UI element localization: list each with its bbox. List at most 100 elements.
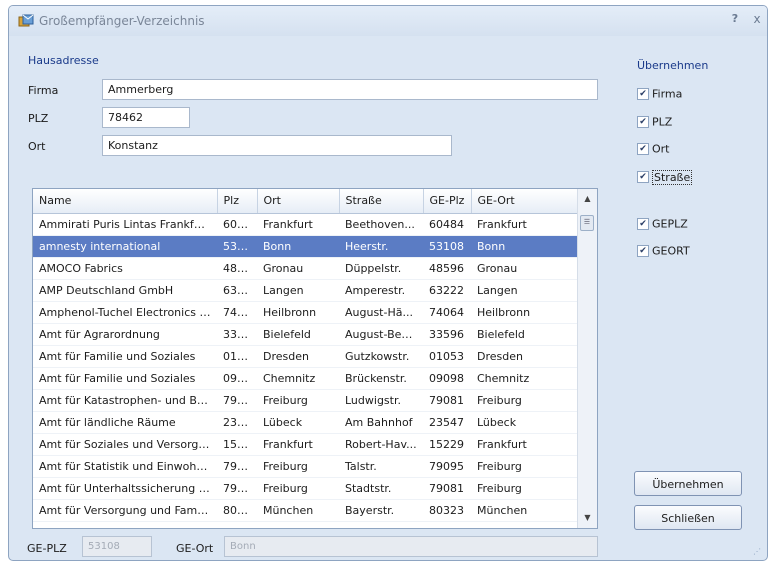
table-row[interactable]: Amphenol-Tuchel Electronics G... 74080 H… [33, 301, 577, 324]
cell-strasse: Heerstr. [339, 235, 423, 258]
dialog-window: Großempfänger-Verzeichnis ? x Hausadress… [8, 5, 768, 561]
table-row[interactable]: AMOCO Fabrics 48599 Gronau Düppelstr. 48… [33, 257, 577, 280]
cell-ge-plz: 79081 [423, 389, 471, 412]
cell-ort: Frankfurt [257, 213, 339, 236]
cell-plz: 33602 [217, 323, 257, 346]
cell-ort: Bonn [257, 235, 339, 258]
table-row[interactable]: Amt für ländliche Räume 23558 Lübeck Am … [33, 411, 577, 434]
cell-ge-plz: 74064 [423, 301, 471, 324]
cell-ge-ort: Langen [471, 279, 577, 302]
cell-strasse: Amperestr. [339, 279, 423, 302]
cell-ge-plz: 53108 [423, 235, 471, 258]
cell-plz: 15236 [217, 433, 257, 456]
cell-ort: Lübeck [257, 411, 339, 434]
column-header-ort[interactable]: Ort [257, 189, 340, 214]
checkmark-icon[interactable]: ✔ [637, 116, 649, 128]
scroll-down-icon[interactable]: ▼ [578, 510, 597, 526]
cell-strasse: Stadtstr. [339, 477, 423, 500]
cell-ort: München [257, 499, 339, 522]
resize-grip-icon[interactable]: ⋰ [753, 547, 763, 557]
table-row-selected[interactable]: amnesty international 53111 Bonn Heerstr… [33, 235, 577, 258]
ge-plz-label: GE-PLZ [27, 542, 67, 555]
checkbox-ort[interactable]: ✔ Ort [637, 142, 670, 158]
cell-name: Amt für Soziales und Versorgung [33, 433, 217, 456]
table-row[interactable]: Ammirati Puris Lintas Frankfurt ... 6032… [33, 213, 577, 236]
column-header-ge-ort[interactable]: GE-Ort [471, 189, 578, 214]
cell-ort: Gronau [257, 257, 339, 280]
cell-strasse: Am Bahnhof [339, 411, 423, 434]
close-icon[interactable]: x [749, 12, 765, 28]
table-row[interactable]: Amt für Unterhaltssicherung un... 79104 … [33, 477, 577, 500]
plz-field[interactable] [102, 107, 190, 128]
cell-plz: 23558 [217, 411, 257, 434]
cell-plz: 01069 [217, 345, 257, 368]
firma-field[interactable] [102, 79, 598, 100]
cell-ort: Langen [257, 279, 339, 302]
table-row[interactable]: Amt für Katastrophen- und Bro... 79104 F… [33, 389, 577, 412]
table-row[interactable]: Amt für Familie und Soziales 01069 Dresd… [33, 345, 577, 368]
cell-ge-plz: 48596 [423, 257, 471, 280]
checkbox-strasse[interactable]: ✔ Straße [637, 169, 693, 186]
hausadresse-group: Hausadresse Firma PLZ Ort [20, 51, 613, 176]
address-grid[interactable]: Name Plz Ort Straße GE-Plz GE-Ort Ammira… [32, 188, 598, 529]
cell-name: AMP Deutschland GmbH [33, 279, 217, 302]
uebernehmen-button[interactable]: Übernehmen [634, 471, 742, 496]
ge-ort-field: Bonn [224, 536, 598, 557]
uebernehmen-group-label: Übernehmen [637, 59, 709, 72]
hausadresse-group-label: Hausadresse [28, 54, 99, 67]
table-row[interactable]: Amt für Familie und Soziales 09111 Chemn… [33, 367, 577, 390]
column-header-ge-plz[interactable]: GE-Plz [423, 189, 472, 214]
cell-strasse: August-Hä... [339, 301, 423, 324]
checkbox-geplz[interactable]: ✔ GEPLZ [637, 217, 688, 233]
cell-ge-ort: Chemnitz [471, 367, 577, 390]
window-title: Großempfänger-Verzeichnis [39, 14, 205, 28]
cell-plz: 80335 [217, 499, 257, 522]
scroll-thumb[interactable]: ☰ [580, 215, 594, 231]
scroll-up-icon[interactable]: ▲ [578, 191, 597, 207]
cell-strasse: Robert-Hav... [339, 433, 423, 456]
cell-plz: 79104 [217, 389, 257, 412]
cell-strasse: Talstr. [339, 455, 423, 478]
firma-label: Firma [28, 84, 59, 97]
checkmark-icon[interactable]: ✔ [637, 218, 649, 230]
column-header-plz[interactable]: Plz [217, 189, 258, 214]
checkbox-plz[interactable]: ✔ PLZ [637, 115, 672, 131]
cell-strasse: Bayerstr. [339, 499, 423, 522]
checkbox-ort-label: Ort [652, 142, 670, 156]
table-row[interactable]: Amt für Statistik und Einwohner... 79102… [33, 455, 577, 478]
cell-ge-ort: Freiburg [471, 477, 577, 500]
cell-ort: Heilbronn [257, 301, 339, 324]
checkbox-firma[interactable]: ✔ Firma [637, 87, 682, 103]
cell-name: Amt für Familie und Soziales [33, 345, 217, 368]
cell-name: Amt für Statistik und Einwohner... [33, 455, 217, 478]
table-row[interactable]: Amt für Versorgung und Familie... 80335 … [33, 499, 577, 522]
cell-plz: 09111 [217, 367, 257, 390]
table-header-row: Name Plz Ort Straße GE-Plz GE-Ort [33, 189, 578, 214]
title-bar: Großempfänger-Verzeichnis ? x [9, 6, 767, 36]
help-icon[interactable]: ? [727, 12, 743, 28]
cell-ge-ort: Frankfurt [471, 433, 577, 456]
cell-strasse: Brückenstr. [339, 367, 423, 390]
column-header-name[interactable]: Name [33, 189, 218, 214]
checkmark-icon[interactable]: ✔ [637, 245, 649, 257]
ort-field[interactable] [102, 135, 452, 156]
cell-name: Amt für Familie und Soziales [33, 367, 217, 390]
checkbox-geort[interactable]: ✔ GEORT [637, 244, 690, 260]
cell-strasse: Beethoven... [339, 213, 423, 236]
cell-ge-plz: 01053 [423, 345, 471, 368]
table-row[interactable]: Amt für Soziales und Versorgung 15236 Fr… [33, 433, 577, 456]
cell-plz: 48599 [217, 257, 257, 280]
plz-label: PLZ [28, 112, 49, 125]
checkmark-icon[interactable]: ✔ [637, 88, 649, 100]
cell-ge-ort: Gronau [471, 257, 577, 280]
table-row[interactable]: Amt für Agrarordnung 33602 Bielefeld Aug… [33, 323, 577, 346]
cell-ge-plz: 80323 [423, 499, 471, 522]
table-row[interactable]: AMP Deutschland GmbH 63225 Langen Ampere… [33, 279, 577, 302]
cell-strasse: August-Beb... [339, 323, 423, 346]
checkbox-plz-label: PLZ [652, 115, 673, 129]
checkmark-icon[interactable]: ✔ [637, 143, 649, 155]
vertical-scrollbar[interactable]: ▲ ☰ ▼ [577, 189, 597, 528]
column-header-strasse[interactable]: Straße [339, 189, 424, 214]
checkmark-icon[interactable]: ✔ [637, 171, 649, 183]
schliessen-button[interactable]: Schließen [634, 505, 742, 530]
